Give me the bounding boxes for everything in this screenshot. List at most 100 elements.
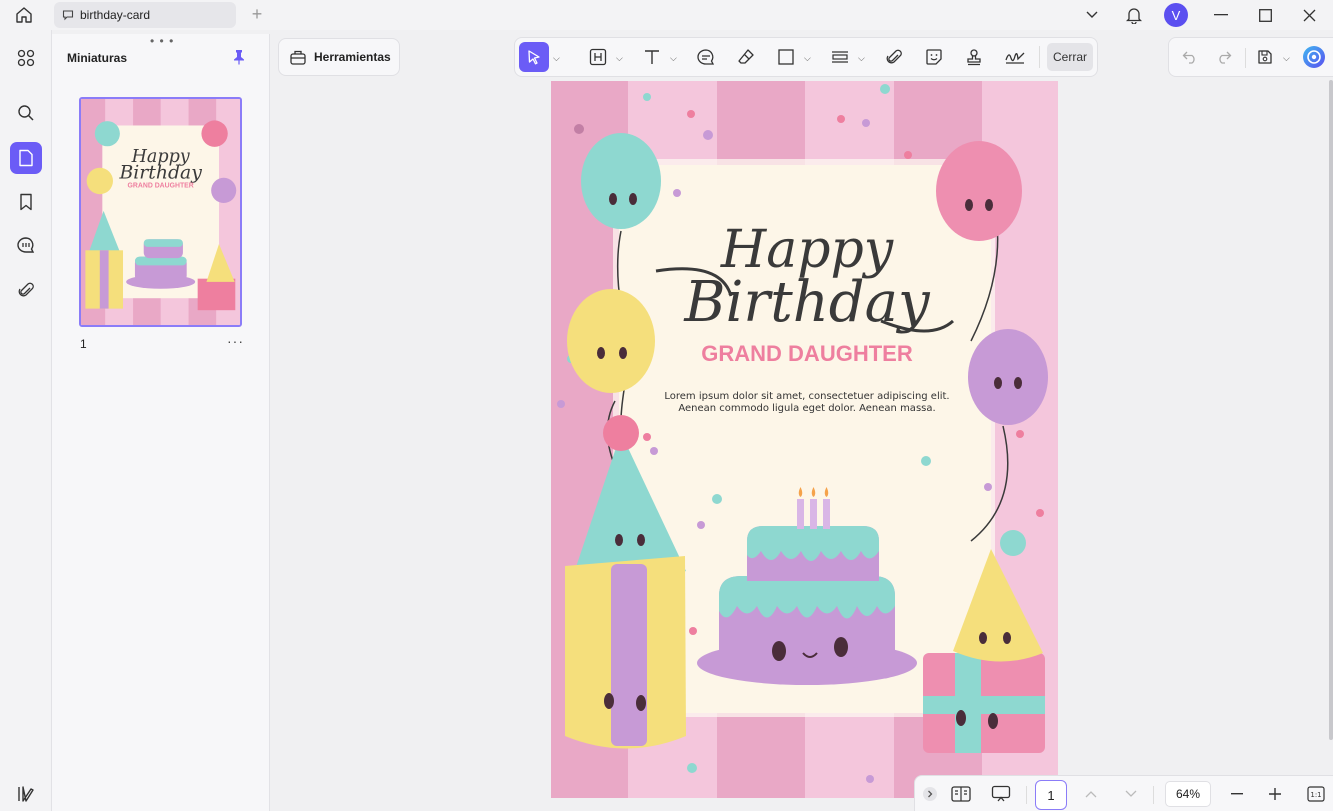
- status-divider: [1026, 786, 1027, 804]
- rail-attachments[interactable]: [10, 274, 42, 306]
- status-divider: [1153, 786, 1154, 804]
- document-page[interactable]: Happy Birthday GRAND DAUGHTER Lorem ipsu…: [551, 81, 1058, 798]
- notifications-button[interactable]: [1113, 0, 1155, 30]
- attach-tool-button[interactable]: [881, 42, 907, 72]
- panel-title: Miniaturas: [67, 51, 128, 65]
- redo-icon: [1219, 51, 1232, 64]
- card-body-line1: Lorem ipsum dolor sit amet, consectetuer…: [664, 391, 949, 402]
- actual-size-button[interactable]: 1:1: [1305, 782, 1327, 806]
- paperclip-icon: [886, 49, 902, 64]
- chevron-down-icon[interactable]: ⌵: [553, 53, 560, 64]
- tools-label: Herramientas: [314, 50, 391, 64]
- textbox-icon: [589, 48, 607, 66]
- history-toolbar: ⌵: [1168, 37, 1333, 77]
- eraser-icon: [738, 49, 754, 64]
- bell-icon: [1126, 8, 1142, 24]
- eraser-tool-button[interactable]: [733, 42, 759, 72]
- minimize-button[interactable]: [1197, 0, 1245, 30]
- document-tab[interactable]: birthday-card: [54, 2, 236, 28]
- save-button[interactable]: [1253, 42, 1277, 72]
- card-body-line2: Aenean commodo ligula eget dolor. Aenean…: [678, 403, 935, 414]
- ai-assistant-button[interactable]: [1301, 42, 1327, 72]
- stamp-icon: [967, 49, 981, 66]
- close-edit-button[interactable]: Cerrar: [1047, 43, 1093, 71]
- stamp-tool-button[interactable]: [961, 42, 987, 72]
- collapse-status-button[interactable]: [921, 782, 939, 806]
- grid-icon: [17, 49, 35, 67]
- comment-tool-button[interactable]: [693, 42, 719, 72]
- comments-icon: [17, 237, 35, 253]
- thumbnail-preview: Happy Birthday GRAND DAUGHTER: [81, 99, 240, 325]
- ai-assistant-icon: [1303, 46, 1325, 68]
- chevron-down-icon: [1125, 790, 1137, 797]
- sticker-tool-button[interactable]: [921, 42, 947, 72]
- undo-button[interactable]: [1179, 42, 1201, 72]
- birthday-card-artwork: Happy Birthday GRAND DAUGHTER Lorem ipsu…: [551, 81, 1058, 798]
- bookmark-icon: [20, 193, 32, 211]
- measure-tool-button[interactable]: [827, 42, 853, 72]
- paperclip-icon: [18, 282, 34, 297]
- rail-comments[interactable]: [10, 229, 42, 261]
- rail-thumbnails-grid[interactable]: [10, 42, 42, 74]
- rail-pages[interactable]: [10, 142, 42, 174]
- next-page-button[interactable]: [1121, 782, 1141, 806]
- avatar: V: [1164, 3, 1188, 27]
- chevron-right-icon: [923, 787, 937, 801]
- presentation-button[interactable]: [989, 782, 1013, 806]
- minimize-icon: [1214, 14, 1228, 16]
- toolbox-icon: [290, 50, 306, 65]
- toolbar-divider: [1039, 46, 1040, 68]
- account-button[interactable]: V: [1155, 0, 1197, 30]
- thumbnail-more-button[interactable]: ···: [227, 333, 244, 349]
- rail-search[interactable]: [10, 97, 42, 129]
- signature-tool-button[interactable]: [1001, 42, 1029, 72]
- select-tool-button[interactable]: [519, 42, 549, 72]
- chevron-down-icon[interactable]: ⌵: [858, 53, 865, 64]
- redo-button[interactable]: [1213, 42, 1235, 72]
- edit-toolbar: ⌵ ⌵ ⌵ ⌵ ⌵ Cerrar: [514, 37, 1098, 77]
- page-icon: [19, 149, 33, 167]
- status-bar: 1 64% 1:1: [914, 775, 1333, 811]
- chevron-down-icon: [1086, 11, 1098, 18]
- sticker-icon: [926, 49, 942, 65]
- left-rail: [0, 30, 52, 811]
- chevron-down-icon[interactable]: ⌵: [804, 53, 811, 64]
- presentation-icon: [991, 785, 1011, 802]
- zoom-out-button[interactable]: [1227, 782, 1247, 806]
- chevron-down-icon[interactable]: ⌵: [670, 53, 677, 64]
- rail-bookmarks[interactable]: [10, 186, 42, 218]
- shape-tool-button[interactable]: [773, 42, 799, 72]
- maximize-button[interactable]: [1245, 0, 1285, 30]
- chevron-down-icon[interactable]: ⌵: [1283, 53, 1290, 64]
- text-tool-button[interactable]: [639, 42, 665, 72]
- home-button[interactable]: [12, 4, 36, 26]
- vertical-scrollbar[interactable]: [1329, 80, 1333, 740]
- pin-icon[interactable]: [232, 49, 246, 65]
- chevron-up-icon: [1085, 791, 1097, 798]
- panel-toggle-icon[interactable]: [16, 784, 36, 804]
- tools-button[interactable]: Herramientas: [278, 38, 400, 76]
- new-tab-button[interactable]: +: [248, 5, 266, 23]
- save-icon: [1258, 50, 1272, 64]
- close-window-button[interactable]: [1285, 0, 1333, 30]
- card-subtitle: GRAND DAUGHTER: [701, 341, 913, 366]
- home-icon: [16, 7, 32, 23]
- title-bar: birthday-card + V: [0, 0, 1333, 30]
- book-icon: [951, 786, 971, 802]
- tab-list-button[interactable]: [1071, 0, 1113, 30]
- rectangle-icon: [778, 49, 794, 65]
- chevron-down-icon[interactable]: ⌵: [616, 53, 623, 64]
- maximize-icon: [1258, 8, 1272, 22]
- previous-page-button[interactable]: [1081, 782, 1101, 806]
- zoom-level[interactable]: 64%: [1165, 781, 1211, 807]
- thumbnail-page-number: 1: [80, 337, 87, 351]
- page-number-input[interactable]: 1: [1035, 780, 1067, 810]
- cursor-icon: [528, 50, 540, 65]
- zoom-in-button[interactable]: [1265, 782, 1285, 806]
- page-layout-button[interactable]: [949, 782, 973, 806]
- panel-resize-grip[interactable]: • • •: [150, 34, 174, 48]
- text-icon: [645, 50, 659, 64]
- page-thumbnail[interactable]: Happy Birthday GRAND DAUGHTER: [79, 97, 242, 327]
- svg-text:Birthday: Birthday: [118, 161, 202, 183]
- textbox-tool-button[interactable]: [585, 42, 611, 72]
